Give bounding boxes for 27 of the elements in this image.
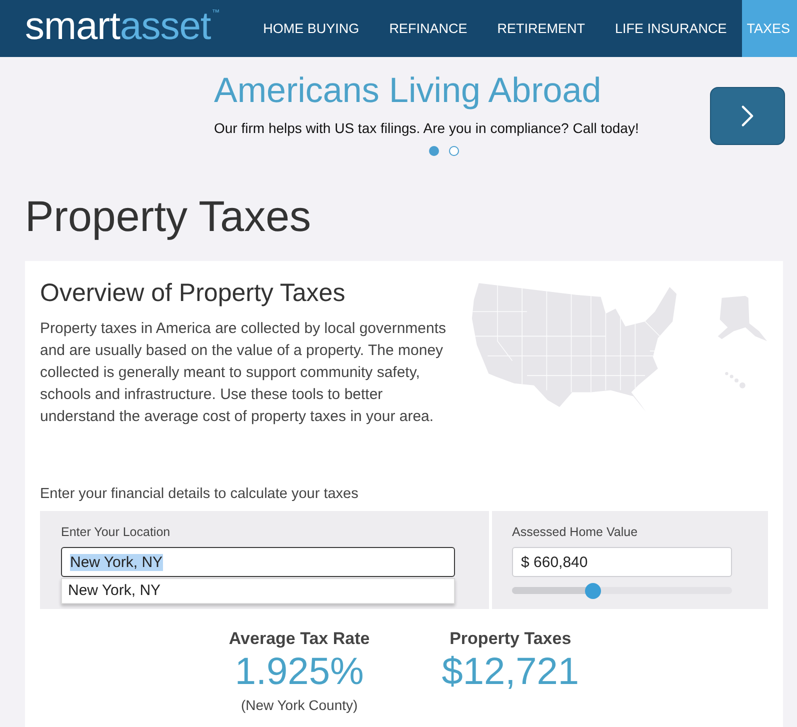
- banner-subtitle: Our firm helps with US tax filings. Are you in compliance? Call today!: [214, 119, 640, 137]
- calculator-prompt: Enter your financial details to calculate your taxes: [40, 485, 360, 504]
- home-value-field[interactable]: $ 660,840: [512, 547, 732, 577]
- nav-tab[interactable]: REFINANCE: [374, 0, 482, 57]
- suggestion-item[interactable]: New York, NY: [62, 579, 454, 603]
- result-value: $12,721: [442, 650, 580, 694]
- chevron-right-icon: [741, 105, 754, 127]
- result-label: Property Taxes: [450, 628, 572, 650]
- result-note: (New York County): [240, 696, 358, 714]
- location-field[interactable]: New York, NY: [61, 547, 455, 577]
- home-value-slider[interactable]: [512, 583, 732, 599]
- nav-tab[interactable]: RETIREMENT: [482, 0, 600, 57]
- overview-title: Overview of Property Taxes: [40, 278, 346, 308]
- location-label: Enter Your Location: [61, 525, 170, 540]
- carousel-dot-icon[interactable]: [429, 146, 439, 156]
- home-value-label: Assessed Home Value: [512, 525, 638, 540]
- banner-title: Americans Living Abroad: [214, 71, 602, 111]
- page-title: Property Taxes: [25, 192, 312, 242]
- result-value: 1.925%: [234, 650, 364, 694]
- slider-thumb[interactable]: [585, 583, 602, 599]
- result-label: Average Tax Rate: [228, 628, 370, 650]
- overview-paragraph: Property taxes in America are collected by local governments and are usually based on the value of a property. The money collected is generally meant to support community safety, schools and infrastructure. Use these tools to better understand the average cost of property taxes in your area.: [40, 319, 448, 427]
- next-button[interactable]: [710, 87, 785, 145]
- nav-tab[interactable]: LIFE INSURANCE: [600, 0, 742, 57]
- carousel-dot-icon[interactable]: [449, 146, 459, 156]
- smartasset-logo[interactable]: smartasset™: [25, 7, 220, 46]
- nav-tab[interactable]: HOME BUYING: [248, 0, 374, 57]
